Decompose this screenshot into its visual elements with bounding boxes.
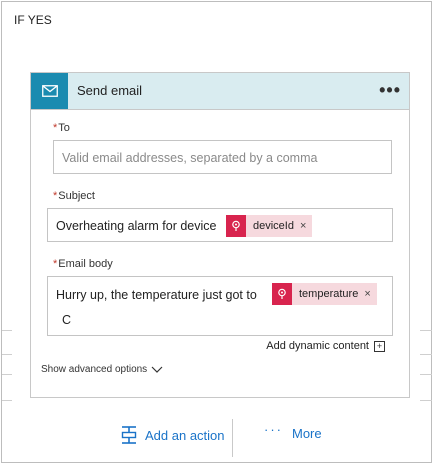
add-dynamic-content-link[interactable]: Add dynamic content + [266, 340, 385, 352]
email-body-field[interactable]: Hurry up, the temperature just got to te… [47, 276, 393, 336]
connector-line [420, 400, 432, 401]
temperature-token[interactable]: temperature × [272, 283, 377, 305]
subject-label: *Subject [53, 190, 95, 202]
add-an-action-button[interactable]: Add an action [120, 425, 225, 445]
connector-line [2, 400, 12, 401]
required-mark: * [53, 190, 58, 202]
required-mark: * [53, 258, 58, 270]
connector-line [420, 330, 432, 331]
more-dots-icon: ··· [264, 422, 283, 437]
connector-line [420, 374, 432, 375]
card-header[interactable]: Send email ••• [31, 73, 409, 110]
subject-field[interactable]: Overheating alarm for device deviceId × [47, 208, 393, 242]
add-dynamic-content-label: Add dynamic content [266, 340, 369, 352]
show-advanced-label: Show advanced options [41, 364, 148, 375]
email-body-label: *Email body [53, 258, 113, 270]
plus-box-icon: + [374, 340, 385, 352]
divider [232, 419, 233, 457]
if-yes-branch: IF YES Send email ••• *To Valid email ad… [1, 1, 432, 463]
pin-icon [226, 215, 246, 237]
connector-line [420, 354, 432, 355]
to-placeholder: Valid email addresses, separated by a co… [62, 151, 318, 165]
connector-line [2, 354, 12, 355]
card-title: Send email [77, 83, 143, 98]
connector-line [2, 374, 12, 375]
add-an-action-label: Add an action [145, 427, 225, 443]
token-label: deviceId [253, 220, 294, 232]
mail-icon [31, 73, 68, 109]
add-action-icon [121, 426, 137, 444]
body-text-after: C [62, 313, 72, 327]
card-menu-button[interactable]: ••• [379, 80, 401, 101]
branch-title: IF YES [14, 13, 52, 27]
bottom-action-bar: Add an action ··· More [2, 418, 435, 458]
to-label: *To [53, 122, 70, 134]
more-label: More [292, 426, 322, 441]
to-field[interactable]: Valid email addresses, separated by a co… [53, 140, 392, 174]
remove-token-button[interactable]: × [364, 288, 376, 300]
remove-token-button[interactable]: × [300, 220, 312, 232]
connector-line [2, 330, 12, 331]
subject-text: Overheating alarm for device [56, 219, 217, 233]
show-advanced-options-toggle[interactable]: Show advanced options [41, 364, 163, 375]
body-text: Hurry up, the temperature just got to [56, 288, 257, 302]
token-label: temperature [299, 288, 359, 300]
more-button[interactable]: ··· More [264, 422, 322, 441]
deviceid-token[interactable]: deviceId × [226, 215, 313, 237]
chevron-down-icon [151, 366, 163, 373]
required-mark: * [53, 122, 58, 134]
pin-icon [272, 283, 292, 305]
